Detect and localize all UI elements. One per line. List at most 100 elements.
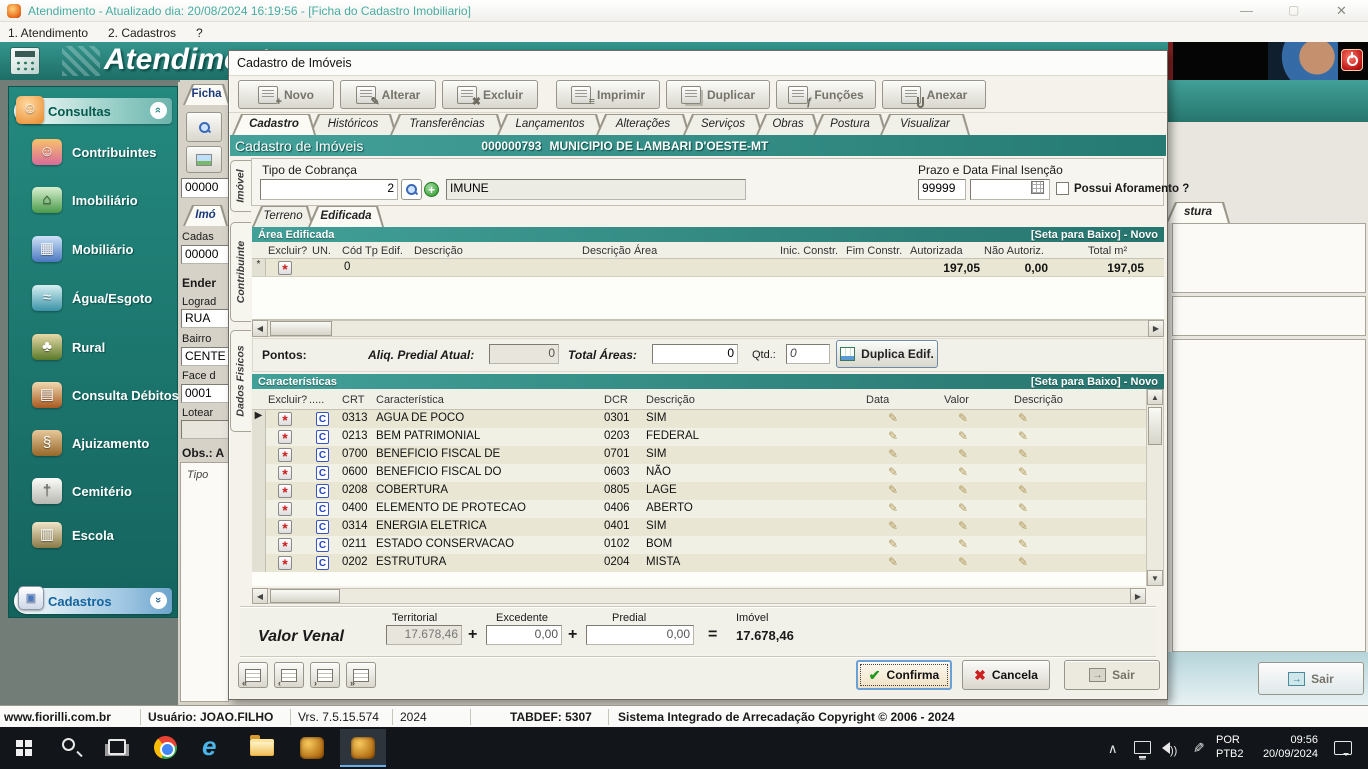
sidebar-group-cadastros[interactable]: ▣ Cadastros » — [14, 588, 172, 614]
valor-pencil-icon[interactable] — [958, 483, 968, 497]
aliq-input[interactable]: 0 — [489, 344, 559, 364]
duplicar-button[interactable]: Duplicar — [666, 80, 770, 109]
caract-row[interactable]: ▶ 0313AGUA DE POCO 0301SIM — [252, 410, 1146, 428]
valor-pencil-icon[interactable] — [958, 519, 968, 533]
valor-pencil-icon[interactable] — [958, 501, 968, 515]
valor-pencil-icon[interactable] — [958, 429, 968, 443]
delete-row-icon[interactable] — [278, 466, 292, 480]
descricao-pencil-icon[interactable] — [1018, 483, 1028, 497]
sidebar-item-contribuintes[interactable]: Contribuintes — [72, 145, 157, 160]
tab-alteracoes[interactable]: Alterações — [596, 114, 690, 135]
cancela-button[interactable]: ✖ Cancela — [962, 660, 1050, 690]
funcoes-button[interactable]: ƒ Funções — [776, 80, 876, 109]
bg-bairro-field[interactable]: CENTE — [181, 347, 229, 366]
fiorilli-app-icon[interactable] — [300, 737, 324, 759]
sidebar-item-escola[interactable]: Escola — [72, 528, 114, 543]
tab-postura[interactable]: Postura — [813, 114, 887, 135]
caract-row[interactable]: 0202ESTRUTURA 0204MISTA — [252, 554, 1146, 572]
caract-row[interactable]: 0700BENEFICIO FISCAL DE 0701SIM — [252, 446, 1146, 464]
tab-servicos[interactable]: Serviços — [683, 114, 763, 135]
anexar-button[interactable]: Anexar — [882, 80, 986, 109]
caract-row[interactable]: 0314ENERGIA ELETRICA 0401SIM — [252, 518, 1146, 536]
delete-row-icon[interactable] — [278, 520, 292, 534]
valor-pencil-icon[interactable] — [958, 411, 968, 425]
network-icon[interactable] — [1134, 741, 1151, 754]
data-pencil-icon[interactable] — [888, 429, 898, 443]
cobranca-code-input[interactable]: 2 — [260, 179, 398, 200]
data-pencil-icon[interactable] — [888, 555, 898, 569]
descricao-pencil-icon[interactable] — [1018, 465, 1028, 479]
clock[interactable]: 09:5620/09/2024 — [1252, 733, 1318, 761]
area-grid-row[interactable]: * 0 197,05 0,00 197,05 — [252, 259, 1164, 277]
close-icon[interactable]: ✕ — [1336, 3, 1347, 19]
tab-lancamentos[interactable]: Lançamentos — [497, 114, 603, 135]
scroll-left-icon[interactable]: ◀ — [252, 320, 268, 337]
bg-picture-button[interactable] — [186, 146, 222, 173]
chrome-icon[interactable] — [154, 736, 177, 759]
caract-vscroll-thumb[interactable] — [1148, 407, 1162, 445]
descricao-pencil-icon[interactable] — [1018, 447, 1028, 461]
side-tab-contribuinte[interactable]: Contribuinte — [230, 222, 251, 322]
side-tab-imovel[interactable]: Imóvel — [230, 160, 251, 212]
duplica-edif-button[interactable]: Duplica Edif. — [836, 340, 938, 368]
descricao-pencil-icon[interactable] — [1018, 429, 1028, 443]
taskbar-search-icon[interactable] — [62, 738, 75, 751]
last-record-button[interactable]: » — [346, 662, 376, 688]
first-record-button[interactable]: « — [238, 662, 268, 688]
data-pencil-icon[interactable] — [888, 465, 898, 479]
novo-button[interactable]: + Novo — [238, 80, 334, 109]
caract-row[interactable]: 0213BEM PATRIMONIAL 0203FEDERAL — [252, 428, 1146, 446]
area-hscrollbar[interactable] — [252, 320, 1164, 337]
descricao-pencil-icon[interactable] — [1018, 501, 1028, 515]
maximize-icon[interactable]: ▢ — [1288, 3, 1299, 17]
delete-row-icon[interactable] — [278, 556, 292, 570]
minimize-icon[interactable]: — — [1240, 3, 1253, 18]
sair-button[interactable]: → Sair — [1064, 660, 1160, 690]
area-hscroll-thumb[interactable] — [270, 321, 332, 336]
tab-terreno[interactable]: Terreno — [252, 206, 314, 227]
scroll-up-icon[interactable]: ▲ — [1147, 389, 1163, 405]
valor-pencil-icon[interactable] — [958, 447, 968, 461]
cobranca-add-button[interactable]: + — [424, 182, 439, 197]
delete-row-icon[interactable] — [278, 412, 292, 426]
scroll-right-icon[interactable]: ▶ — [1130, 588, 1146, 604]
pen-icon[interactable]: ✎ — [1189, 742, 1206, 754]
file-explorer-icon[interactable] — [250, 739, 274, 756]
prazo-input[interactable]: 99999 — [918, 179, 966, 200]
valor-pencil-icon[interactable] — [958, 537, 968, 551]
qtd-input[interactable]: 0 — [786, 344, 830, 364]
scroll-left-icon[interactable]: ◀ — [252, 588, 268, 604]
chevron-up-icon[interactable]: » — [150, 102, 167, 119]
data-pencil-icon[interactable] — [888, 519, 898, 533]
aforamento-checkbox[interactable] — [1056, 182, 1069, 195]
descricao-pencil-icon[interactable] — [1018, 537, 1028, 551]
caract-hscrollbar[interactable] — [252, 588, 1146, 604]
tab-historicos[interactable]: Históricos — [309, 114, 397, 135]
bg-face-field[interactable]: 0001 — [181, 384, 229, 403]
notification-center-icon[interactable] — [1334, 741, 1352, 755]
delete-row-icon[interactable] — [278, 430, 292, 444]
bg-cadastro-field[interactable]: 00000 — [181, 245, 229, 264]
sidebar-item-cemiterio[interactable]: Cemitério — [72, 484, 132, 499]
power-icon[interactable] — [1341, 49, 1363, 71]
valor-pencil-icon[interactable] — [958, 465, 968, 479]
delete-row-icon[interactable] — [278, 261, 292, 275]
chevron-down-icon[interactable]: » — [150, 592, 167, 609]
scroll-down-icon[interactable]: ▼ — [1147, 570, 1163, 586]
valor-pencil-icon[interactable] — [958, 555, 968, 569]
descricao-pencil-icon[interactable] — [1018, 519, 1028, 533]
delete-row-icon[interactable] — [278, 502, 292, 516]
bg-loteamento-field[interactable] — [181, 420, 229, 439]
alterar-button[interactable]: ✎ Alterar — [340, 80, 436, 109]
calendar-button[interactable] — [1031, 181, 1044, 194]
imprimir-button[interactable]: ≡ Imprimir — [556, 80, 660, 109]
tab-cadastro[interactable]: Cadastro — [232, 114, 316, 135]
caract-hscroll-thumb[interactable] — [270, 589, 340, 603]
side-tab-dados-fisicos[interactable]: Dados Fisicos — [230, 330, 251, 432]
data-pencil-icon[interactable] — [888, 537, 898, 551]
speaker-icon[interactable]: )) — [1162, 741, 1177, 759]
caract-row[interactable]: 0211ESTADO CONSERVACAO 0102BOM — [252, 536, 1146, 554]
total-areas-input[interactable]: 0 — [652, 344, 738, 364]
tab-imovel-fragment[interactable]: Imó — [183, 205, 228, 226]
sidebar-item-agua-esgoto[interactable]: Água/Esgoto — [72, 291, 152, 306]
